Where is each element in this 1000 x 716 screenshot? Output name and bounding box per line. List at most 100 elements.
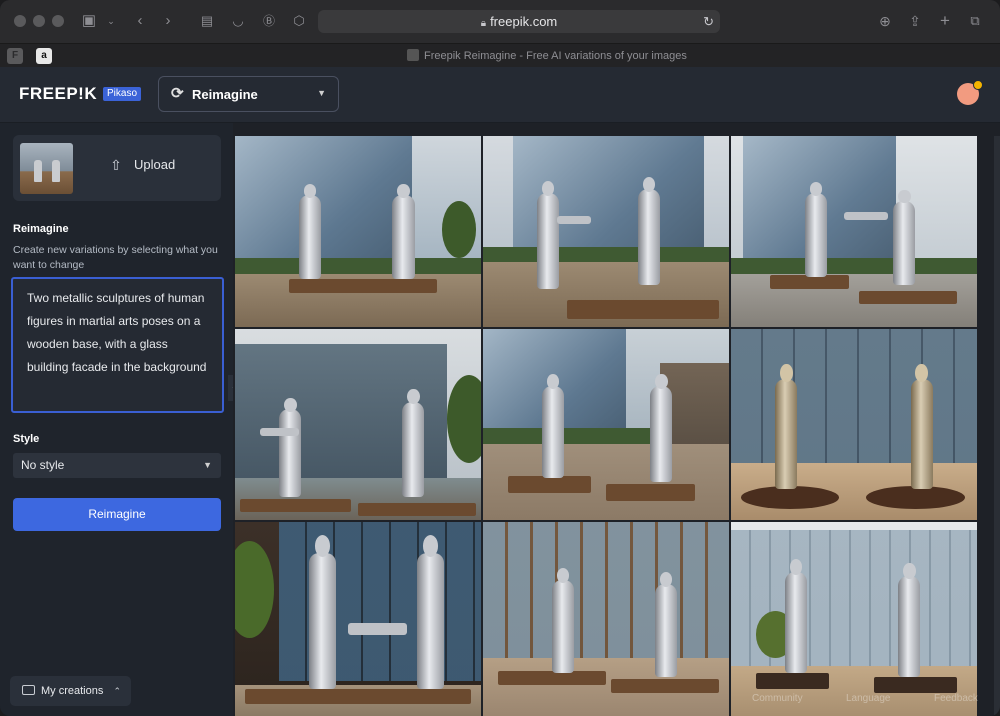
reload-icon[interactable]: ↻: [703, 10, 714, 33]
sculpture-head: [556, 568, 570, 584]
my-creations-button[interactable]: My creations ⌃: [10, 676, 131, 706]
result-image[interactable]: [731, 522, 977, 716]
address-bar[interactable]: 🔒︎ freepik.com ↻: [318, 10, 720, 33]
bplus-icon[interactable]: Ⓑ: [259, 11, 279, 31]
sculpture-head: [314, 535, 330, 558]
reimagine-button[interactable]: Reimagine: [13, 498, 221, 531]
freepik-logo[interactable]: FREEP!K: [19, 84, 97, 104]
image-hedge: [483, 428, 656, 444]
sculpture-head: [915, 364, 928, 383]
pikaso-badge: Pikaso: [103, 87, 142, 101]
image-building: [235, 136, 413, 274]
sculpture-head: [898, 190, 911, 204]
image-sculpture: [542, 374, 565, 478]
notification-badge: [973, 80, 983, 90]
pocket-icon[interactable]: ◡: [228, 11, 248, 31]
style-heading: Style: [13, 433, 40, 445]
image-tree: [441, 200, 477, 259]
active-tab[interactable]: Freepik Reimagine - Free AI variations o…: [407, 48, 687, 64]
result-image[interactable]: [731, 329, 977, 520]
image-hedge: [235, 258, 481, 274]
image-sculpture: [537, 180, 560, 289]
sculpture-head: [407, 389, 420, 405]
result-image[interactable]: [235, 522, 481, 716]
sculpture-head: [546, 374, 560, 390]
source-image-thumbnail: [20, 143, 73, 194]
forward-icon[interactable]: ›: [158, 11, 178, 31]
image-base: [755, 673, 830, 689]
image-base: [358, 502, 477, 517]
image-sculpture: [775, 364, 798, 490]
result-image[interactable]: [731, 136, 977, 327]
upload-icon: ⇧: [110, 157, 122, 173]
result-image[interactable]: [483, 329, 729, 520]
new-tab-icon[interactable]: +: [935, 11, 955, 31]
sculpture-head: [655, 373, 668, 390]
image-base: [770, 275, 850, 289]
lock-icon: 🔒︎: [480, 18, 487, 29]
minimize-window-button[interactable]: [33, 15, 45, 27]
browser-window: ▣ ⌄ ‹ › ▤ ◡ Ⓑ ⬡ 🔒︎ freepik.com ↻ ⊕ ⇪ + ⧉ …: [0, 0, 1000, 716]
community-link[interactable]: Community: [752, 693, 803, 704]
image-base: [289, 279, 437, 293]
image-base: [858, 290, 958, 305]
url-text: freepik.com: [490, 14, 558, 29]
feedback-link[interactable]: Feedback: [934, 693, 978, 704]
avatar[interactable]: [957, 80, 983, 105]
thumb-figure: [34, 160, 42, 182]
image-base: [866, 485, 965, 509]
image-base: [239, 499, 351, 513]
tab-overview-icon[interactable]: ⧉: [965, 11, 985, 31]
image-sculpture: [308, 535, 336, 689]
back-icon[interactable]: ‹: [130, 11, 150, 31]
image-sculpture: [279, 397, 302, 498]
image-arm: [259, 428, 299, 436]
image-building: [483, 522, 729, 658]
tab-bar: F a Freepik Reimagine - Free AI variatio…: [0, 43, 1000, 67]
tab-title-text: Freepik Reimagine - Free AI variations o…: [424, 50, 687, 62]
prompt-textarea[interactable]: Two metallic sculptures of human figures…: [11, 277, 224, 413]
image-sculpture: [417, 535, 445, 689]
result-image[interactable]: [235, 329, 481, 520]
image-arm: [844, 212, 889, 221]
image-sculpture: [893, 190, 916, 285]
result-image[interactable]: [483, 136, 729, 327]
zoom-window-button[interactable]: [52, 15, 64, 27]
pinned-tab-2[interactable]: a: [36, 48, 52, 64]
mode-dropdown[interactable]: ⟳ Reimagine ▼: [158, 76, 339, 112]
caret-down-icon: ▼: [203, 460, 212, 470]
pinned-tab-1[interactable]: F: [7, 48, 23, 64]
gallery-scrollbar[interactable]: [994, 136, 1000, 716]
image-sculpture: [392, 184, 415, 280]
result-image[interactable]: [235, 136, 481, 327]
browser-titlebar: ▣ ⌄ ‹ › ▤ ◡ Ⓑ ⬡ 🔒︎ freepik.com ↻ ⊕ ⇪ + ⧉: [0, 0, 1000, 43]
close-window-button[interactable]: [14, 15, 26, 27]
sidebar-toggle-icon[interactable]: ▣: [79, 11, 99, 31]
upload-button[interactable]: ⇧ Upload: [108, 157, 175, 174]
results-gallery: [233, 123, 1000, 716]
sculpture-head: [903, 563, 916, 580]
image-hedge: [731, 258, 977, 274]
image-sculpture: [402, 389, 425, 498]
image-sculpture: [898, 563, 921, 678]
image-base: [244, 688, 472, 705]
extension-icon[interactable]: ▤: [197, 11, 217, 31]
style-select-value: No style: [21, 458, 65, 472]
reimagine-heading: Reimagine: [13, 223, 69, 235]
style-select[interactable]: No style ▼: [13, 453, 221, 478]
sculpture-head: [809, 182, 823, 196]
result-image[interactable]: [483, 522, 729, 716]
chevron-down-icon[interactable]: ⌄: [101, 11, 121, 31]
language-link[interactable]: Language: [846, 693, 891, 704]
favicon-icon: [407, 49, 419, 61]
image-base: [507, 476, 592, 494]
download-icon[interactable]: ⊕: [875, 11, 895, 31]
hexagon-icon[interactable]: ⬡: [289, 11, 309, 31]
app-header: FREEP!K Pikaso ⟳ Reimagine ▼: [0, 67, 1000, 123]
share-icon[interactable]: ⇪: [905, 11, 925, 31]
upload-area[interactable]: ⇧ Upload: [13, 135, 221, 201]
image-building: [731, 329, 977, 463]
my-creations-label: My creations: [41, 685, 104, 697]
upload-label: Upload: [134, 157, 176, 172]
caret-down-icon: ▼: [317, 88, 326, 98]
